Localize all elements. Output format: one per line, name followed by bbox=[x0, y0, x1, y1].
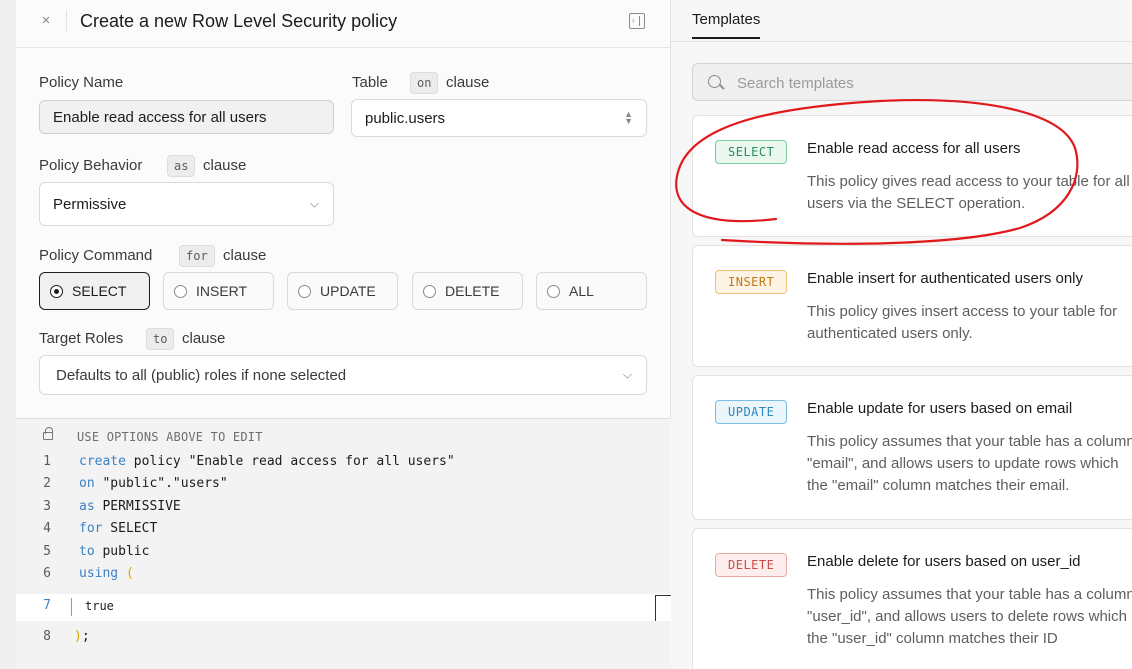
templates-panel: Templates SELECT Enable read access for … bbox=[671, 0, 1132, 669]
roles-clause-label: clause bbox=[182, 330, 226, 347]
radio-icon bbox=[547, 284, 560, 298]
collapse-panel-icon[interactable]: › bbox=[629, 13, 645, 29]
roles-keyword-badge: to bbox=[146, 328, 175, 350]
code-line: on "public"."users" bbox=[79, 476, 228, 491]
code-line: as PERMISSIVE bbox=[79, 499, 181, 514]
template-title: Enable delete for users based on user_id bbox=[807, 553, 1081, 570]
template-title: Enable update for users based on email bbox=[807, 400, 1073, 417]
command-option-insert[interactable]: INSERT bbox=[163, 272, 274, 310]
policy-command-label: Policy Command bbox=[39, 247, 153, 264]
target-roles-select[interactable]: Defaults to all (public) roles if none s… bbox=[39, 355, 647, 395]
template-title: Enable insert for authenticated users on… bbox=[807, 270, 1083, 287]
code-line: true bbox=[85, 599, 114, 613]
close-icon[interactable]: × bbox=[38, 12, 54, 30]
chevron-down-icon: ⌵ bbox=[622, 367, 632, 382]
line-number: 6 bbox=[43, 566, 51, 581]
delete-badge: DELETE bbox=[715, 553, 788, 577]
line-number: 8 bbox=[43, 629, 51, 644]
command-option-label: ALL bbox=[569, 283, 594, 299]
policy-editor-panel: × Create a new Row Level Security policy… bbox=[16, 0, 671, 669]
search-templates-field[interactable] bbox=[692, 63, 1132, 101]
editor-scrollbar[interactable] bbox=[655, 595, 671, 596]
command-option-label: UPDATE bbox=[320, 283, 376, 299]
templates-tab-bar: Templates bbox=[671, 0, 1132, 42]
panel-header: × Create a new Row Level Security policy… bbox=[16, 0, 671, 48]
code-line: ); bbox=[74, 629, 90, 644]
template-card-update[interactable]: UPDATE Enable update for users based on … bbox=[692, 375, 1132, 520]
line-number: 5 bbox=[43, 544, 51, 559]
radio-icon bbox=[298, 284, 311, 298]
code-line: to public bbox=[79, 544, 150, 559]
code-line: for SELECT bbox=[79, 521, 158, 536]
template-card-select[interactable]: SELECT Enable read access for all users … bbox=[692, 115, 1132, 237]
command-option-label: INSERT bbox=[196, 283, 248, 299]
template-description: This policy gives insert access to your … bbox=[807, 303, 1118, 342]
editor-scrollbar-edge bbox=[655, 595, 656, 621]
command-option-label: DELETE bbox=[445, 283, 500, 299]
behavior-keyword-badge: as bbox=[167, 155, 196, 177]
behavior-clause-label: clause bbox=[203, 157, 247, 174]
policy-name-label: Policy Name bbox=[39, 74, 124, 91]
line-number: 3 bbox=[43, 499, 51, 514]
line-number: 1 bbox=[43, 454, 51, 469]
policy-name-input[interactable]: Enable read access for all users bbox=[39, 100, 334, 134]
radio-checked-icon bbox=[50, 284, 63, 298]
line-number: 7 bbox=[43, 598, 51, 613]
table-select-value: public.users bbox=[365, 109, 446, 127]
radio-icon bbox=[174, 284, 187, 298]
command-option-select[interactable]: SELECT bbox=[39, 272, 150, 310]
command-option-delete[interactable]: DELETE bbox=[412, 272, 523, 310]
template-title: Enable read access for all users bbox=[807, 140, 1021, 157]
target-roles-label: Target Roles bbox=[39, 330, 124, 347]
sql-code-editor[interactable]: USE OPTIONS ABOVE TO EDIT 1 create polic… bbox=[16, 418, 671, 669]
header-divider bbox=[66, 10, 67, 32]
background-overlay bbox=[0, 0, 16, 669]
select-badge: SELECT bbox=[715, 140, 788, 164]
command-option-label: SELECT bbox=[72, 283, 127, 299]
template-description: This policy assumes that your table has … bbox=[807, 586, 1132, 647]
table-label: Table bbox=[352, 74, 388, 91]
update-badge: UPDATE bbox=[715, 400, 788, 424]
command-option-update[interactable]: UPDATE bbox=[287, 272, 398, 310]
radio-icon bbox=[423, 284, 436, 298]
policy-behavior-label: Policy Behavior bbox=[39, 157, 143, 174]
chevron-down-icon: ⌵ bbox=[309, 196, 319, 211]
template-description: This policy assumes that your table has … bbox=[807, 433, 1132, 494]
text-cursor bbox=[71, 598, 72, 616]
template-card-delete[interactable]: DELETE Enable delete for users based on … bbox=[692, 528, 1132, 669]
code-line: using ( bbox=[79, 566, 134, 581]
search-input[interactable] bbox=[737, 72, 1117, 94]
tab-templates[interactable]: Templates bbox=[692, 11, 761, 39]
lock-icon bbox=[43, 427, 53, 440]
policy-behavior-value: Permissive bbox=[53, 195, 127, 213]
page-title: Create a new Row Level Security policy bbox=[80, 11, 398, 31]
command-clause-label: clause bbox=[223, 247, 267, 264]
table-keyword-badge: on bbox=[410, 72, 439, 94]
template-description: This policy gives read access to your ta… bbox=[807, 173, 1130, 212]
template-card-insert[interactable]: INSERT Enable insert for authenticated u… bbox=[692, 245, 1132, 367]
table-select[interactable]: public.users ▲ ▼ bbox=[351, 99, 647, 137]
table-clause-label: clause bbox=[446, 74, 490, 91]
chevron-updown-icon: ▲ ▼ bbox=[624, 109, 633, 126]
editable-code-line[interactable]: 7 true bbox=[16, 594, 671, 621]
command-option-all[interactable]: ALL bbox=[536, 272, 647, 310]
target-roles-placeholder: Defaults to all (public) roles if none s… bbox=[56, 366, 347, 384]
line-number: 4 bbox=[43, 521, 51, 536]
line-number: 2 bbox=[43, 476, 51, 491]
editor-readonly-hint: USE OPTIONS ABOVE TO EDIT bbox=[77, 430, 263, 444]
policy-name-value: Enable read access for all users bbox=[53, 108, 267, 126]
insert-badge: INSERT bbox=[715, 270, 788, 294]
search-icon bbox=[708, 75, 721, 88]
command-keyword-badge: for bbox=[179, 245, 215, 267]
policy-behavior-select[interactable]: Permissive ⌵ bbox=[39, 182, 334, 226]
code-line: create policy "Enable read access for al… bbox=[79, 454, 455, 469]
